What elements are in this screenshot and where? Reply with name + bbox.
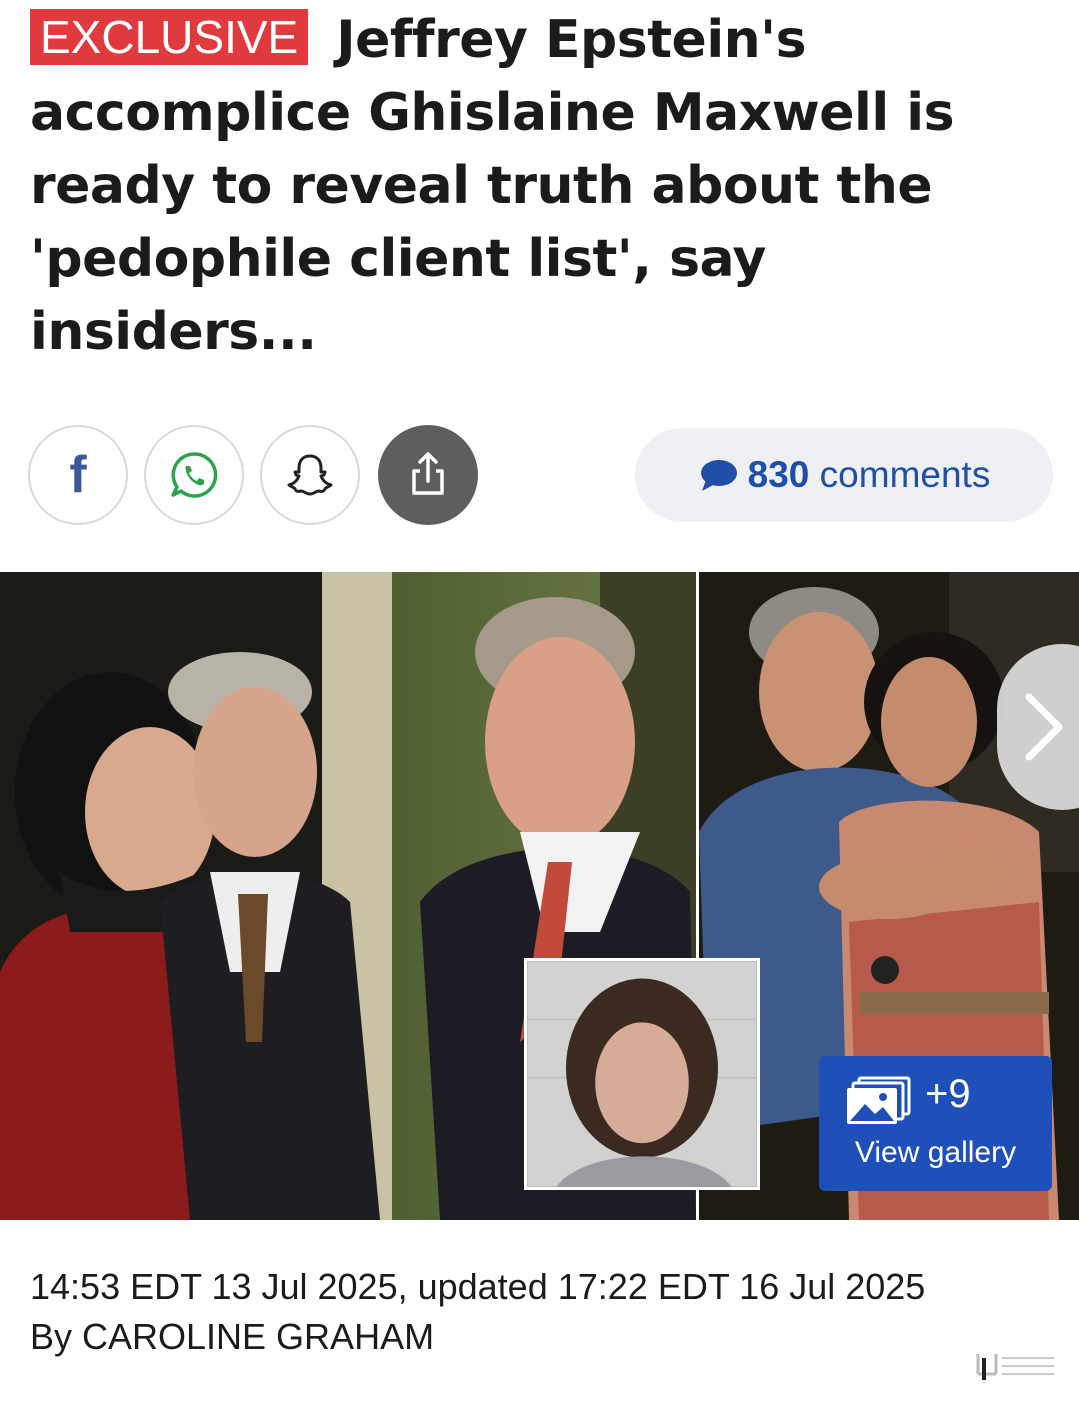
- whatsapp-icon: [171, 452, 218, 498]
- comments-label: comments: [819, 454, 991, 495]
- article-headline: EXCLUSIVE Jeffrey Epstein's accomplice Gh…: [30, 4, 1050, 369]
- more-share-button[interactable]: [378, 425, 478, 525]
- snapchat-share-button[interactable]: [260, 425, 360, 525]
- gallery-label: View gallery: [854, 1136, 1017, 1169]
- view-gallery-button[interactable]: +9 View gallery: [819, 1056, 1052, 1191]
- chevron-right-icon: [1025, 693, 1063, 761]
- article-byline: By CAROLINE GRAHAM: [30, 1316, 435, 1357]
- comments-button[interactable]: 830 comments: [635, 428, 1053, 522]
- facebook-icon: f: [69, 446, 87, 504]
- inset-mugshot: [524, 958, 760, 1190]
- share-icon: [412, 452, 444, 495]
- gallery-icon: [847, 1076, 911, 1124]
- gallery-count: +9: [925, 1072, 971, 1116]
- comments-count: 830: [747, 454, 810, 495]
- watermark-icon: [976, 1354, 1054, 1380]
- exclusive-badge: EXCLUSIVE: [30, 9, 309, 65]
- facebook-share-button[interactable]: f: [28, 425, 128, 525]
- article-meta: 14:53 EDT 13 Jul 2025, updated 17:22 EDT…: [30, 1262, 925, 1362]
- snapchat-icon: [287, 454, 333, 496]
- article-timestamp: 14:53 EDT 13 Jul 2025, updated 17:22 EDT…: [30, 1266, 926, 1307]
- whatsapp-share-button[interactable]: [144, 425, 244, 525]
- article-image-carousel[interactable]: +9 View gallery: [0, 572, 1079, 1220]
- comment-bubble-icon: [700, 460, 737, 491]
